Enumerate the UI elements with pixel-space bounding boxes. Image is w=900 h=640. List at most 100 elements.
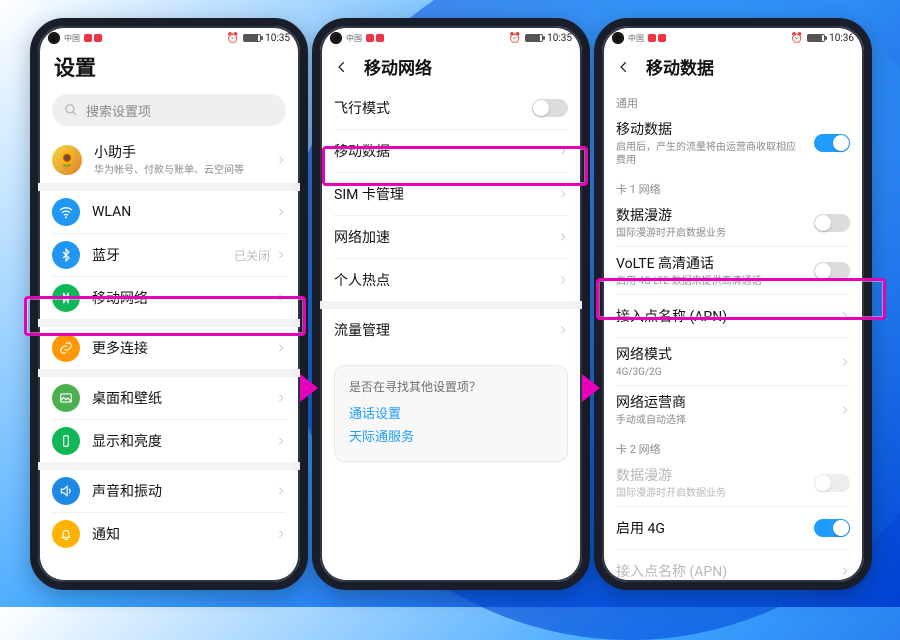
chevron-right-icon: [276, 393, 286, 403]
apn2-label: 接入点名称 (APN): [616, 561, 727, 581]
traffic-label: 流量管理: [334, 320, 390, 340]
chevron-right-icon: [840, 311, 850, 321]
hotspot-label: 个人热点: [334, 270, 390, 290]
sim-management-row[interactable]: SIM 卡管理: [320, 173, 582, 215]
back-button[interactable]: [616, 59, 632, 75]
page-title: 移动网络: [364, 54, 432, 79]
apn2-row: 接入点名称 (APN): [602, 550, 864, 590]
phone-1: 中国 ⏰ 10:35 设置 搜索设置项 🌻 小助手 华为帐号、付款与账单、云空间…: [30, 18, 308, 590]
airplane-toggle[interactable]: [532, 99, 568, 117]
chevron-right-icon: [276, 293, 286, 303]
camera-hole-icon: [48, 32, 60, 44]
mobile-data-row[interactable]: 移动数据: [320, 130, 582, 172]
status-bar: 中国 ⏰ 10:35: [38, 26, 300, 48]
image-icon: [52, 384, 80, 412]
notification-row[interactable]: 通知: [38, 513, 300, 555]
clock-label: 10:35: [265, 33, 290, 44]
network-accel-row[interactable]: 网络加速: [320, 216, 582, 258]
status-bar: 中国 ⏰ 10:35: [320, 26, 582, 48]
chevron-right-icon: [840, 405, 850, 415]
chevron-right-icon: [276, 207, 286, 217]
alarm-icon: ⏰: [509, 33, 521, 44]
mobile-network-row[interactable]: 移动网络: [38, 277, 300, 319]
roaming-label: 数据漫游: [616, 205, 726, 225]
roaming2-toggle: [814, 474, 850, 492]
section-general: 通用: [602, 87, 864, 113]
carrier-row[interactable]: 网络运营商 手动或自动选择: [602, 386, 864, 433]
mobile-network-label: 移动网络: [92, 288, 148, 308]
tutorial-composite: 中国 ⏰ 10:35 设置 搜索设置项 🌻 小助手 华为帐号、付款与账单、云空间…: [0, 0, 900, 607]
profile-desc: 华为帐号、付款与账单、云空间等: [94, 164, 244, 177]
camera-hole-icon: [330, 32, 342, 44]
traffic-row[interactable]: 流量管理: [320, 309, 582, 351]
wlan-label: WLAN: [92, 204, 131, 220]
display-icon: [52, 427, 80, 455]
apn-label: 接入点名称 (APN): [616, 306, 727, 326]
sim-label: SIM 卡管理: [334, 184, 404, 204]
more-label: 更多连接: [92, 338, 148, 358]
status-bar: 中国 ⏰ 10:36: [602, 26, 864, 48]
more-connections-row[interactable]: 更多连接: [38, 327, 300, 369]
sound-row[interactable]: 声音和振动: [38, 470, 300, 512]
chevron-right-icon: [276, 250, 286, 260]
mode-sub: 4G/3G/2G: [616, 366, 672, 379]
section-card2: 卡 2 网络: [602, 433, 864, 459]
mode-label: 网络模式: [616, 344, 672, 364]
display-row[interactable]: 显示和亮度: [38, 420, 300, 462]
network-mode-row[interactable]: 网络模式 4G/3G/2G: [602, 338, 864, 385]
phone-2: 中国 ⏰ 10:35 移动网络 飞行模式 移动数据: [312, 18, 590, 590]
back-button[interactable]: [334, 59, 350, 75]
arrow-icon: [582, 374, 600, 402]
chevron-right-icon: [840, 566, 850, 576]
enable-4g-row[interactable]: 启用 4G: [602, 507, 864, 549]
battery-icon: [243, 34, 261, 42]
chevron-right-icon: [276, 529, 286, 539]
display-label: 显示和亮度: [92, 431, 162, 451]
lte4g-toggle[interactable]: [814, 519, 850, 537]
chevron-right-icon: [276, 486, 286, 496]
volte-sub: 启用 4G LTE 数据来提供高清通话: [616, 275, 762, 288]
volte-label: VoLTE 高清通话: [616, 253, 762, 273]
avatar-icon: 🌻: [52, 145, 82, 175]
section-card1: 卡 1 网络: [602, 173, 864, 199]
clock-label: 10:36: [829, 33, 854, 44]
roaming2-row: 数据漫游 国际漫游时开启数据业务: [602, 459, 864, 506]
airplane-mode-row[interactable]: 飞行模式: [320, 87, 582, 129]
chevron-right-icon: [558, 275, 568, 285]
mobile-data-row[interactable]: 移动数据 启用后，产生的流量将由运营商收取相应费用: [602, 113, 864, 173]
tip-card: 是否在寻找其他设置项？ 通话设置 天际通服务: [334, 365, 568, 462]
wifi-icon: [52, 198, 80, 226]
bluetooth-icon: [52, 241, 80, 269]
tip-link-skytone[interactable]: 天际通服务: [349, 426, 553, 445]
wlan-row[interactable]: WLAN: [38, 191, 300, 233]
mobile-data-sub: 启用后，产生的流量将由运营商收取相应费用: [616, 141, 796, 167]
tip-link-call-settings[interactable]: 通话设置: [349, 403, 553, 422]
apn-row[interactable]: 接入点名称 (APN): [602, 295, 864, 337]
volte-row[interactable]: VoLTE 高清通话 启用 4G LTE 数据来提供高清通话: [602, 247, 864, 294]
carrier-label: 中国: [346, 33, 362, 44]
bell-icon: [52, 520, 80, 548]
volte-toggle[interactable]: [814, 262, 850, 280]
chevron-right-icon: [558, 232, 568, 242]
camera-hole-icon: [612, 32, 624, 44]
roaming-toggle[interactable]: [814, 214, 850, 232]
carrier-label: 中国: [628, 33, 644, 44]
mobile-data-label: 移动数据: [334, 141, 390, 161]
bluetooth-row[interactable]: 蓝牙 已关闭: [38, 234, 300, 276]
chevron-right-icon: [840, 357, 850, 367]
chevron-right-icon: [276, 155, 286, 165]
alarm-icon: ⏰: [791, 33, 803, 44]
hotspot-row[interactable]: 个人热点: [320, 259, 582, 301]
mobile-data-toggle[interactable]: [814, 134, 850, 152]
search-input[interactable]: 搜索设置项: [52, 94, 286, 126]
carrier-label: 中国: [64, 33, 80, 44]
roaming-row[interactable]: 数据漫游 国际漫游时开启数据业务: [602, 199, 864, 246]
roaming2-sub: 国际漫游时开启数据业务: [616, 487, 726, 500]
bluetooth-status: 已关闭: [234, 247, 270, 264]
search-placeholder: 搜索设置项: [86, 101, 151, 120]
wallpaper-row[interactable]: 桌面和壁纸: [38, 377, 300, 419]
page-title: 设置: [38, 48, 300, 92]
roaming-sub: 国际漫游时开启数据业务: [616, 227, 726, 240]
profile-row[interactable]: 🌻 小助手 华为帐号、付款与账单、云空间等: [38, 136, 300, 183]
battery-icon: [807, 34, 825, 42]
